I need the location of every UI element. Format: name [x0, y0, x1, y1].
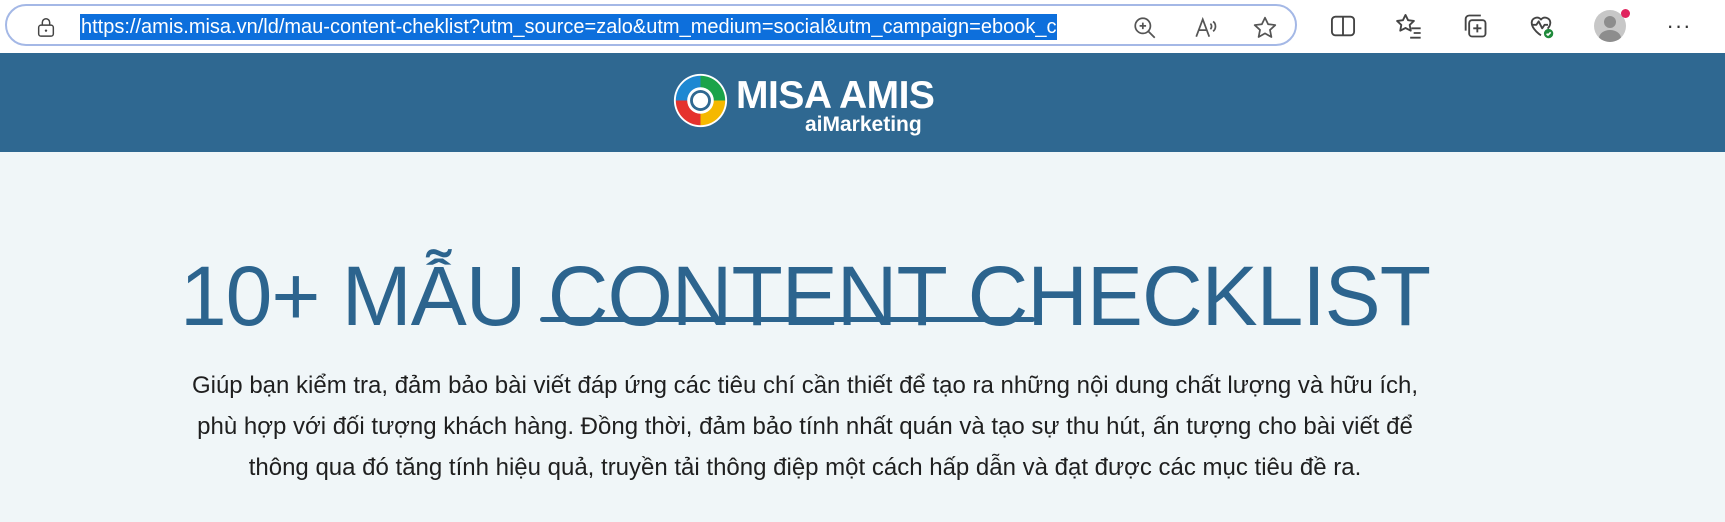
- description-line: thông qua đó tăng tính hiệu quả, truyền …: [248, 454, 1362, 481]
- favorite-star-icon[interactable]: [1252, 15, 1278, 41]
- logo-subtitle: aiMarketing: [805, 113, 922, 136]
- hero-section: 10+ MẪU CONTENT CHECKLIST Giúp bạn kiểm …: [0, 152, 1725, 522]
- page-title: 10+ MẪU CONTENT CHECKLIST: [179, 249, 1431, 344]
- title-underline: [540, 317, 1035, 322]
- split-screen-icon[interactable]: [1329, 12, 1357, 40]
- browser-essentials-icon[interactable]: [1527, 12, 1555, 40]
- notification-dot: [1621, 9, 1630, 18]
- avatar-body: [1599, 30, 1621, 42]
- address-bar[interactable]: https://amis.misa.vn/ld/mau-content-chek…: [5, 4, 1297, 46]
- browser-toolbar: https://amis.misa.vn/ld/mau-content-chek…: [0, 0, 1725, 54]
- misa-amis-logo[interactable]: MISA AMIS aiMarketing: [672, 70, 935, 140]
- hero-description: Giúp bạn kiểm tra, đảm bảo bài viết đáp …: [100, 365, 1510, 488]
- read-aloud-icon[interactable]: [1193, 15, 1219, 41]
- description-line: phù hợp với đối tượng khách hàng. Đồng t…: [197, 413, 1413, 440]
- logo-name: MISA AMIS: [736, 74, 935, 117]
- site-header: MISA AMIS aiMarketing: [0, 53, 1725, 152]
- url-text[interactable]: https://amis.misa.vn/ld/mau-content-chek…: [80, 14, 1058, 40]
- description-line: Giúp bạn kiểm tra, đảm bảo bài viết đáp …: [191, 372, 1419, 399]
- favorites-list-icon[interactable]: [1395, 12, 1423, 40]
- lock-icon[interactable]: [35, 16, 57, 38]
- logo-mark-icon: [672, 72, 729, 129]
- more-icon[interactable]: ···: [1663, 12, 1695, 40]
- avatar-head: [1604, 16, 1616, 28]
- zoom-icon[interactable]: [1132, 15, 1158, 41]
- collections-icon[interactable]: [1461, 12, 1489, 40]
